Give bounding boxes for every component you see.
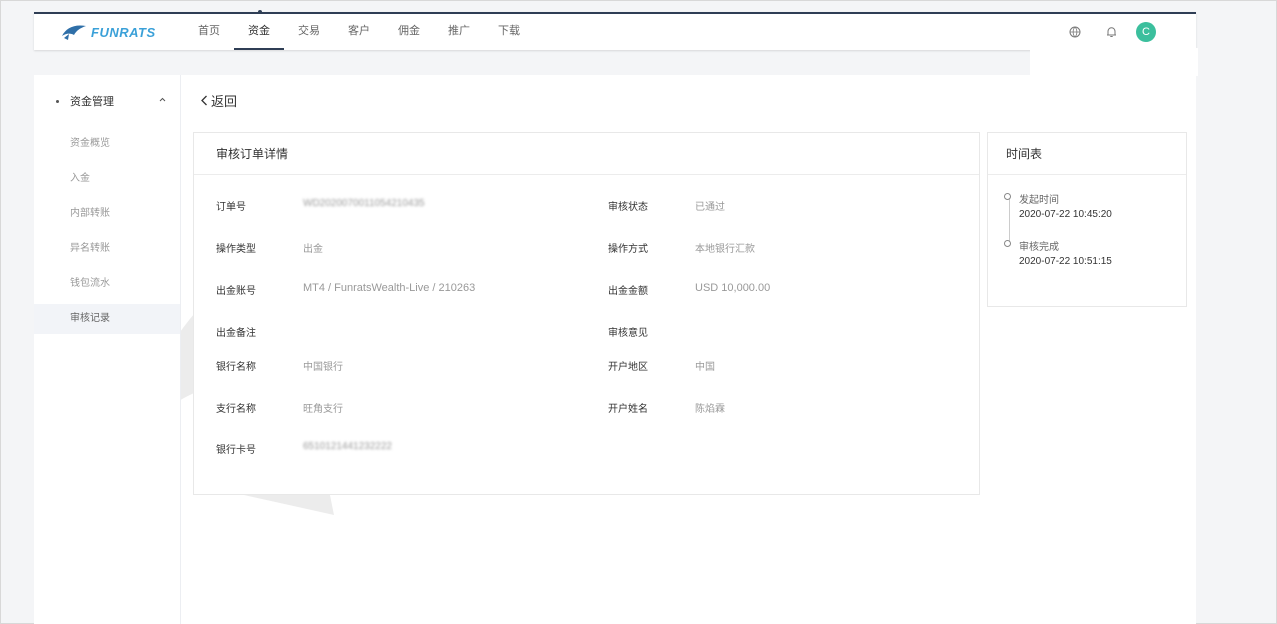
field-label: 银行名称: [216, 362, 256, 373]
back-button[interactable]: 返回: [200, 91, 237, 110]
timeline-dot-icon: [1004, 193, 1011, 200]
bullet-icon: [56, 99, 59, 103]
language-button[interactable]: [1064, 21, 1086, 43]
op-type-value: 出金: [303, 244, 323, 255]
main-nav: 首页 资金 交易 客户 佣金 推广 下载: [184, 10, 534, 50]
timeline-dot-icon: [1004, 240, 1011, 247]
order-no-value: WD2020070011054210435: [303, 198, 425, 209]
field-label: 出金金额: [608, 286, 648, 297]
chevron-left-icon: [201, 95, 207, 106]
bell-icon: [1106, 27, 1116, 37]
branch-value: 旺角支行: [303, 404, 343, 415]
field-label: 审核状态: [608, 202, 648, 213]
method-value: 本地银行汇款: [695, 244, 755, 255]
timeline-item-label: 审核完成: [1019, 242, 1059, 253]
sidebar-item-internal-transfer[interactable]: 内部转账: [34, 199, 180, 229]
sidebar-section-label: 资金管理: [70, 96, 114, 108]
chevron-up-icon: [159, 97, 166, 102]
funrats-logo-icon: [62, 25, 86, 40]
timeline-item-time: 2020-07-22 10:45:20: [1019, 209, 1112, 220]
timeline-title: 时间表: [988, 133, 1186, 175]
timeline-item-label: 发起时间: [1019, 195, 1059, 206]
field-label: 银行卡号: [216, 445, 256, 456]
nav-funds[interactable]: 资金: [234, 10, 284, 50]
top-navbar: FUNRATS 首页 资金 交易 客户 佣金 推广 下载 C: [34, 10, 1196, 50]
nav-promotion[interactable]: 推广: [434, 14, 484, 50]
logo-text: FUNRATS: [91, 24, 156, 40]
amount-value: USD 10,000.00: [695, 282, 771, 294]
holder-value: 陈焰霖: [695, 404, 725, 415]
order-detail-card: 审核订单详情 订单号 WD2020070011054210435 审核状态 已通…: [193, 132, 980, 495]
sidebar: 资金管理 资金概览 入金 内部转账 异名转账 钱包流水 审核记录: [34, 75, 181, 624]
sidebar-item-audit-records[interactable]: 审核记录: [34, 304, 180, 334]
field-label: 出金备注: [216, 328, 256, 339]
header-blank-area: [1030, 48, 1198, 76]
field-label: 开户姓名: [608, 404, 648, 415]
account-value: MT4 / FunratsWealth-Live / 210263: [303, 282, 476, 294]
user-avatar[interactable]: C: [1136, 22, 1156, 42]
field-label: 审核意见: [608, 328, 648, 339]
main-content: 资金管理 资金概览 入金 内部转账 异名转账 钱包流水 审核记录 返回 审核订单…: [34, 75, 1196, 624]
back-label: 返回: [211, 94, 238, 109]
logo[interactable]: FUNRATS: [60, 21, 156, 43]
nav-commission[interactable]: 佣金: [384, 14, 434, 50]
field-label: 操作类型: [216, 244, 256, 255]
sidebar-section-funds[interactable]: 资金管理: [34, 93, 180, 109]
header-actions: C: [1064, 21, 1156, 43]
nav-clients[interactable]: 客户: [334, 14, 384, 50]
timeline-card: 时间表 发起时间 2020-07-22 10:45:20 审核完成 2020-0…: [987, 132, 1187, 307]
sidebar-item-other-transfer[interactable]: 异名转账: [34, 234, 180, 264]
field-label: 订单号: [216, 202, 246, 213]
nav-trade[interactable]: 交易: [284, 14, 334, 50]
region-value: 中国: [695, 362, 715, 373]
field-label: 操作方式: [608, 244, 648, 255]
bank-value: 中国银行: [303, 362, 343, 373]
card-title: 审核订单详情: [194, 133, 979, 175]
globe-icon: [1069, 26, 1081, 38]
sidebar-item-overview[interactable]: 资金概览: [34, 129, 180, 159]
timeline-item-time: 2020-07-22 10:51:15: [1019, 256, 1112, 267]
card-no-value: 6510121441232222: [303, 441, 392, 452]
field-label: 开户地区: [608, 362, 648, 373]
nav-home[interactable]: 首页: [184, 14, 234, 50]
field-label: 出金账号: [216, 286, 256, 297]
sidebar-item-deposit[interactable]: 入金: [34, 164, 180, 194]
notification-button[interactable]: [1100, 21, 1122, 43]
status-value: 已通过: [695, 202, 725, 213]
field-label: 支行名称: [216, 404, 256, 415]
nav-download[interactable]: 下载: [484, 14, 534, 50]
sidebar-item-wallet-history[interactable]: 钱包流水: [34, 269, 180, 299]
timeline-connector: [1009, 199, 1010, 243]
